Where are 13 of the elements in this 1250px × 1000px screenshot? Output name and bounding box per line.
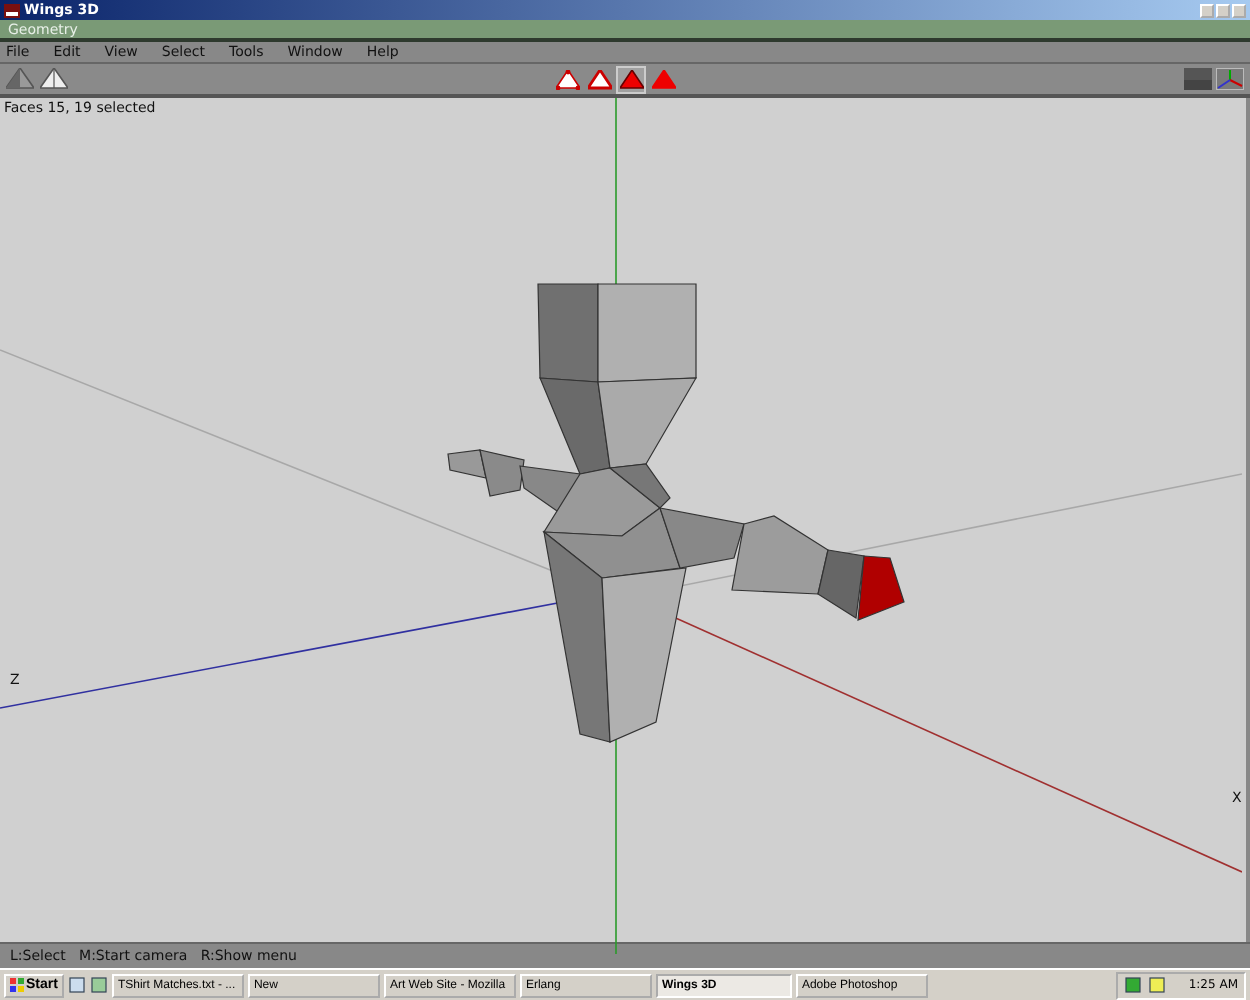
body-mode-icon [651, 69, 675, 89]
windows-logo-icon [10, 978, 24, 992]
app-icon [4, 3, 20, 17]
selection-mode-button[interactable] [552, 65, 582, 93]
edge-mode-icon [587, 69, 611, 89]
wireframe-icon[interactable] [40, 68, 68, 90]
shading-icon[interactable] [6, 68, 34, 90]
selection-mode-button[interactable] [616, 65, 646, 93]
selection-mode-button[interactable] [584, 65, 614, 93]
vertex-mode-icon [555, 69, 579, 89]
axes-icon[interactable] [1216, 68, 1244, 90]
model-drawing[interactable] [447, 283, 905, 743]
face-mode-icon [619, 69, 643, 89]
